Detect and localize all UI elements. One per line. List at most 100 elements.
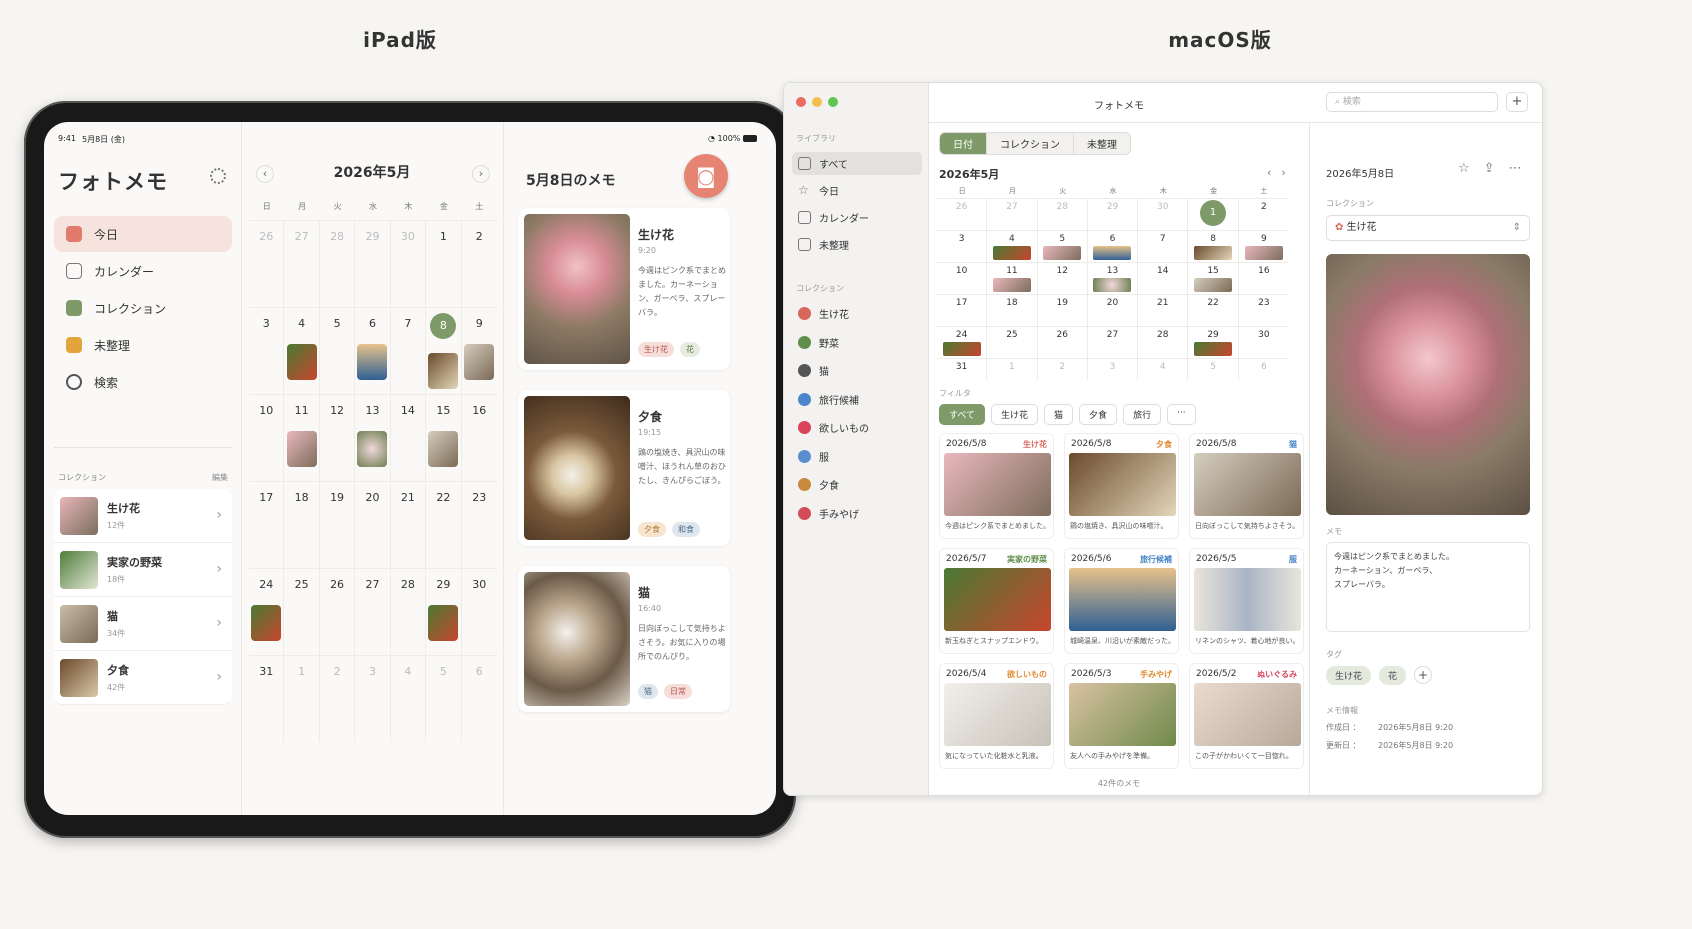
photo-card[interactable]: 2026/5/4 欲しいもの 気になっていた化粧水と乳液。	[939, 663, 1054, 769]
calendar-day[interactable]: 27	[987, 199, 1038, 230]
calendar-day[interactable]: 2	[1038, 359, 1088, 380]
collection-item-7[interactable]: 夕食	[792, 473, 922, 496]
calendar-day[interactable]: 13	[355, 395, 391, 481]
nav-collection[interactable]: コレクション	[54, 290, 232, 326]
calendar-day[interactable]: 2	[1239, 199, 1289, 230]
calendar-day[interactable]: 6	[355, 308, 391, 394]
calendar-day[interactable]: 8	[1188, 231, 1239, 262]
calendar-day[interactable]: 24	[937, 327, 988, 358]
calendar-day[interactable]: 17	[249, 482, 285, 568]
calendar-day[interactable]: 31	[937, 359, 988, 380]
calendar-day[interactable]: 4	[284, 308, 320, 394]
calendar-day[interactable]: 26	[249, 221, 285, 307]
calendar-day[interactable]: 16	[462, 395, 497, 481]
filter-chip[interactable]: 夕食	[1079, 404, 1118, 425]
prev-month-button[interactable]: ‹	[256, 165, 274, 183]
calendar-day[interactable]: 15	[1188, 263, 1239, 294]
calendar-day[interactable]: 30	[1138, 199, 1189, 230]
calendar-day[interactable]: 27	[355, 569, 391, 655]
calendar-day[interactable]: 28	[391, 569, 427, 655]
calendar-day[interactable]: 14	[391, 395, 427, 481]
search-input[interactable]: ⌕ 検索	[1326, 92, 1498, 112]
calendar-day[interactable]: 29	[355, 221, 391, 307]
next-month-button[interactable]: ›	[472, 165, 490, 183]
segment-collection[interactable]: コレクション	[987, 133, 1074, 154]
photo-card[interactable]: 2026/5/7 実家の野菜 新玉ねぎとスナップエンドウ。	[939, 548, 1054, 654]
calendar-day[interactable]: 22	[1188, 295, 1239, 326]
calendar-day[interactable]: 12	[320, 395, 356, 481]
calendar-day[interactable]: 4	[391, 656, 427, 742]
filter-chip[interactable]: 旅行	[1123, 404, 1162, 425]
calendar-day[interactable]: 10	[249, 395, 285, 481]
calendar-day[interactable]: 23	[462, 482, 497, 568]
calendar-day[interactable]: 5	[426, 656, 462, 742]
minimize-window-button[interactable]	[812, 97, 822, 107]
calendar-day[interactable]: 28	[320, 221, 356, 307]
calendar-day[interactable]: 26	[1038, 327, 1088, 358]
calendar-day[interactable]: 26	[320, 569, 356, 655]
zoom-window-button[interactable]	[828, 97, 838, 107]
tag[interactable]: 夕食	[638, 522, 666, 537]
collection-item-2[interactable]: 野菜	[792, 331, 922, 354]
calendar-day[interactable]: 11	[987, 263, 1038, 294]
calendar-day[interactable]: 1	[1188, 199, 1239, 230]
tag[interactable]: 生け花	[1326, 666, 1372, 685]
calendar-day[interactable]: 18	[284, 482, 320, 568]
collection-item-8[interactable]: 手みやげ	[792, 502, 922, 525]
calendar-day[interactable]: 1	[284, 656, 320, 742]
calendar-day[interactable]: 30	[462, 569, 497, 655]
collection-item[interactable]: 実家の野菜 18件 ›	[54, 543, 232, 597]
calendar-day[interactable]: 4	[1138, 359, 1189, 380]
calendar-day[interactable]: 27	[1088, 327, 1139, 358]
calendar-day[interactable]: 20	[1088, 295, 1139, 326]
calendar-day[interactable]: 24	[249, 569, 285, 655]
collection-item-4[interactable]: 旅行候補	[792, 388, 922, 411]
calendar-day[interactable]: 9	[1239, 231, 1289, 262]
calendar-day[interactable]: 26	[937, 199, 988, 230]
memo-card[interactable]: 夕食 19:15 鶏の塩焼き、具沢山の味噌汁、ほうれん草のおひたし、きんぴらごぼ…	[518, 390, 730, 546]
calendar-day[interactable]: 28	[1138, 327, 1189, 358]
calendar-day[interactable]: 2	[320, 656, 356, 742]
star-icon[interactable]: ☆	[1458, 161, 1470, 176]
chevron-left-icon[interactable]: ‹	[1267, 166, 1281, 179]
calendar-day[interactable]: 18	[987, 295, 1038, 326]
calendar-day[interactable]: 21	[1138, 295, 1189, 326]
calendar-day[interactable]: 19	[320, 482, 356, 568]
photo-card[interactable]: 2026/5/3 手みやげ 友人への手みやげを準備。	[1064, 663, 1179, 769]
calendar-day[interactable]: 1	[987, 359, 1038, 380]
collection-item[interactable]: 猫 34件 ›	[54, 597, 232, 651]
more-icon[interactable]: ⋯	[1509, 161, 1522, 176]
calendar-day[interactable]: 25	[284, 569, 320, 655]
calendar-day[interactable]: 15	[426, 395, 462, 481]
gear-icon[interactable]	[210, 168, 226, 184]
memo-card[interactable]: 猫 16:40 日向ぼっこして気持ちよさそう。お気に入りの場所でのんびり。 猫日…	[518, 566, 730, 712]
calendar-day[interactable]: 17	[937, 295, 988, 326]
calendar-day[interactable]: 4	[987, 231, 1038, 262]
calendar-day[interactable]: 30	[391, 221, 427, 307]
edit-button[interactable]: 編集	[212, 472, 228, 483]
calendar-day[interactable]: 7	[391, 308, 427, 394]
calendar-day[interactable]: 8	[426, 308, 462, 394]
library-item-calendar[interactable]: カレンダー	[792, 206, 922, 229]
memo-text-field[interactable]: 今週はピンク系でまとめました。 カーネーション、ガーベラ、 スプレーバラ。	[1326, 542, 1530, 632]
calendar-day[interactable]: 27	[284, 221, 320, 307]
photo-card[interactable]: 2026/5/2 ぬいぐるみ この子がかわいくて一目惚れ。	[1189, 663, 1304, 769]
nav-search[interactable]: 検索	[54, 364, 232, 400]
library-item-all[interactable]: すべて	[792, 152, 922, 175]
collection-select[interactable]: ✿ 生け花 ⇕	[1326, 215, 1530, 241]
calendar-day[interactable]: 11	[284, 395, 320, 481]
photo-card[interactable]: 2026/5/8 生け花 今週はピンク系でまとめました。	[939, 433, 1054, 539]
tag[interactable]: 花	[1379, 666, 1407, 685]
filter-chip[interactable]: 生け花	[991, 404, 1039, 425]
calendar-day[interactable]: 14	[1138, 263, 1189, 294]
calendar-day[interactable]: 3	[937, 231, 988, 262]
collection-item-1[interactable]: 生け花	[792, 302, 922, 325]
calendar-day[interactable]: 16	[1239, 263, 1289, 294]
share-icon[interactable]: ⇪	[1484, 161, 1495, 176]
calendar-day[interactable]: 3	[249, 308, 285, 394]
tag[interactable]: 日常	[664, 684, 692, 699]
calendar-day[interactable]: 28	[1038, 199, 1088, 230]
calendar-day[interactable]: 13	[1088, 263, 1139, 294]
collection-item-5[interactable]: 欲しいもの	[792, 416, 922, 439]
library-item-unsorted[interactable]: 未整理	[792, 233, 922, 256]
